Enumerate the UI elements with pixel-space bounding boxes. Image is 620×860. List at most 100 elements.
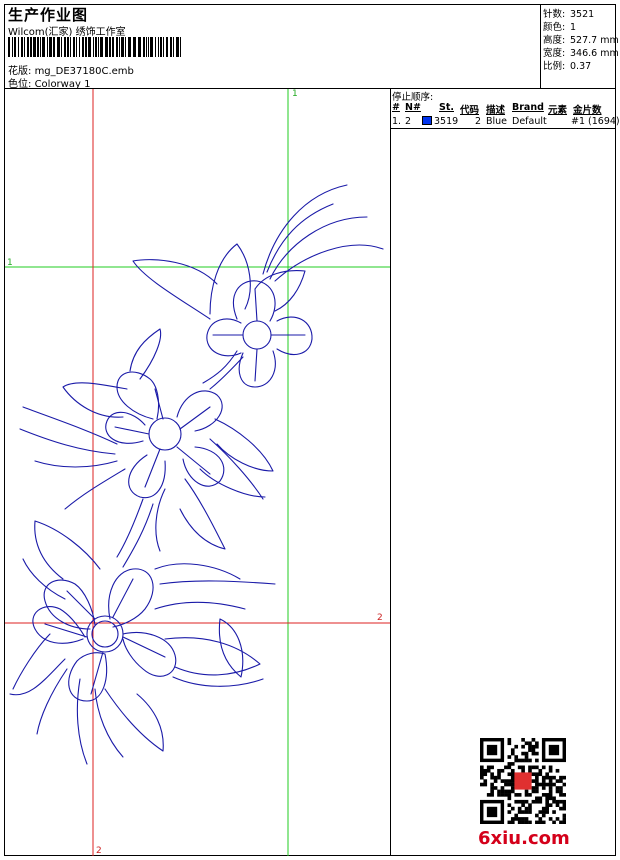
qr-module <box>480 765 484 770</box>
barcode-bar <box>170 37 172 57</box>
qr-finder <box>548 744 560 756</box>
qr-module <box>480 772 484 777</box>
barcode-bar <box>67 37 69 57</box>
col-header-desc: 描述 <box>486 105 506 116</box>
qr-module <box>545 810 549 814</box>
qr-module <box>528 793 532 797</box>
qr-module <box>535 796 539 801</box>
barcode-bar <box>27 37 29 57</box>
qr-module <box>545 793 549 797</box>
qr-module <box>524 741 529 746</box>
qr-module <box>521 751 525 756</box>
qr-module <box>521 738 525 742</box>
qr-module <box>541 793 546 797</box>
qr-module <box>538 796 543 801</box>
qr-module <box>528 765 532 770</box>
qr-module <box>535 782 539 787</box>
qr-module <box>486 793 491 797</box>
qr-module <box>552 810 556 814</box>
barcode-bar <box>79 37 80 57</box>
qr-module <box>510 782 515 787</box>
qr-module <box>507 793 512 797</box>
qr-module <box>521 744 525 749</box>
qr-module <box>531 738 536 742</box>
qr-module <box>483 782 488 787</box>
qr-module <box>531 772 536 777</box>
qr-module <box>528 810 532 814</box>
qr-module <box>507 762 512 766</box>
col-header-idx: # <box>392 102 400 113</box>
qr-module <box>480 768 484 773</box>
qr-module <box>535 779 539 783</box>
qr-module <box>507 810 512 814</box>
qr-module <box>510 768 515 773</box>
qr-module <box>548 803 553 807</box>
qr-module <box>500 789 505 794</box>
qr-module <box>562 775 566 780</box>
qr-module <box>531 751 536 756</box>
qr-module <box>528 744 532 749</box>
row-idx: 1. <box>392 116 402 127</box>
qr-module <box>490 786 494 790</box>
qr-module <box>524 758 529 763</box>
qr-module <box>521 799 525 804</box>
barcode-bar <box>18 37 19 57</box>
qr-module <box>480 775 484 780</box>
qr-module <box>531 765 536 770</box>
qr-module <box>562 817 566 821</box>
qr-module <box>517 817 522 821</box>
qr-module <box>524 817 529 821</box>
qr-module <box>538 772 543 777</box>
stat-height: 高度: 527.7 mm <box>543 35 619 46</box>
qr-module <box>504 789 508 794</box>
barcode-bar <box>143 37 145 57</box>
qr-module <box>545 782 549 787</box>
qr-module <box>524 799 529 804</box>
qr-module <box>535 813 539 818</box>
qr-module <box>541 782 546 787</box>
qr-module <box>507 803 512 807</box>
qr-module <box>548 775 553 780</box>
barcode-bar <box>49 37 52 57</box>
qr-module <box>555 786 560 790</box>
qr-module <box>493 779 498 783</box>
qr-module <box>559 775 563 780</box>
qr-module <box>535 744 539 749</box>
barcode-bar <box>95 37 97 57</box>
qr-module <box>535 799 539 804</box>
qr-module <box>514 744 519 749</box>
qr-module <box>562 806 566 811</box>
barcode-bar <box>82 37 84 57</box>
barcode-bar <box>30 37 32 57</box>
stop-sequence-title: 停止顺序: <box>392 92 434 103</box>
barcode-bar <box>180 37 181 57</box>
qr-module <box>548 789 553 794</box>
qr-module <box>497 768 501 773</box>
barcode-bar <box>116 37 118 57</box>
qr-module <box>531 786 536 790</box>
qr-module <box>483 772 488 777</box>
qr-module <box>562 782 566 787</box>
qr-module <box>541 806 546 811</box>
qr-module <box>541 813 546 818</box>
qr-finder <box>486 806 498 818</box>
barcode-bar <box>33 37 36 57</box>
qr-module <box>528 820 532 824</box>
stops-table-divider <box>390 128 616 129</box>
barcode-bar <box>148 37 149 57</box>
qr-module <box>555 789 560 794</box>
qr-module <box>521 758 525 763</box>
qr-module <box>559 779 563 783</box>
colorway-line: 色位: Colorway 1 <box>8 75 90 90</box>
qr-module <box>538 817 543 821</box>
barcode-bar <box>146 37 147 57</box>
qr-module <box>510 762 515 766</box>
qr-module <box>535 765 539 770</box>
qr-module <box>510 789 515 794</box>
qr-module <box>555 779 560 783</box>
qr-finder <box>486 744 498 756</box>
qr-module <box>510 806 515 811</box>
qr-module <box>497 772 501 777</box>
barcode-bar <box>125 37 126 57</box>
qr-module <box>510 772 515 777</box>
